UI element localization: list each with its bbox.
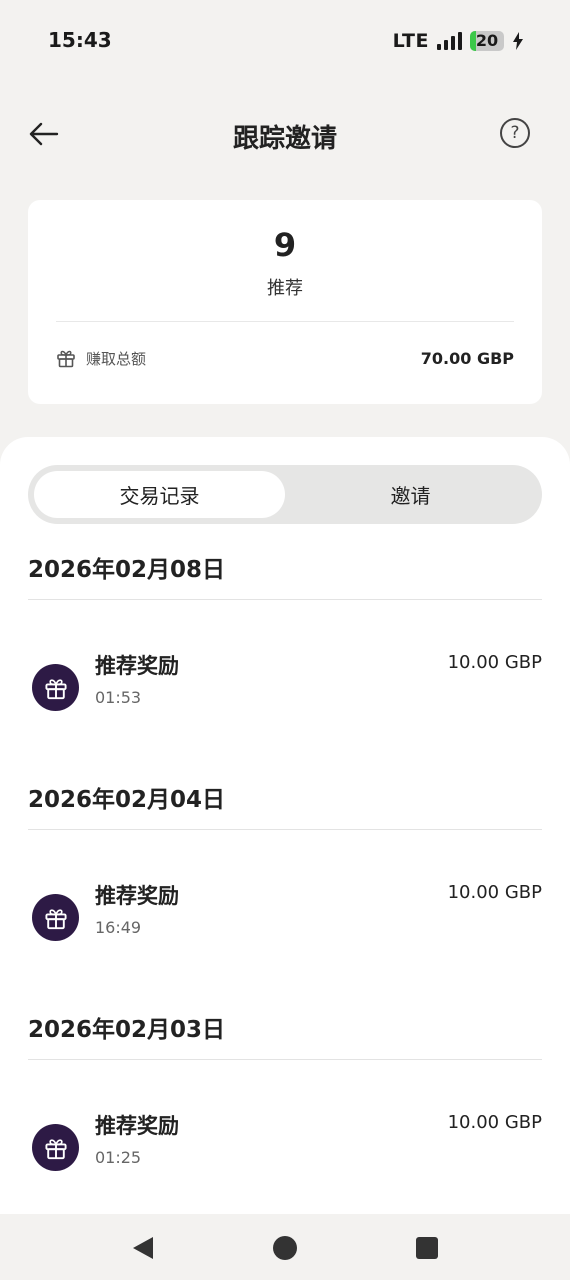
transaction-title: 推荐奖励 — [95, 884, 179, 908]
nav-recents-button[interactable] — [413, 1234, 441, 1262]
gift-icon — [57, 350, 75, 368]
battery-icon: 20 — [470, 31, 504, 51]
charging-icon — [513, 32, 523, 50]
network-type: LTE — [392, 30, 429, 52]
transaction-row[interactable]: 推荐奖励 01:53 10.00 GBP — [28, 650, 542, 730]
transaction-time: 16:49 — [95, 918, 142, 937]
summary-card: 9 推荐 赚取总额 70.00 GBP — [28, 200, 542, 404]
card-divider — [56, 321, 514, 322]
referral-count: 9 — [273, 226, 297, 264]
date-header: 2026年02月03日 — [28, 1017, 226, 1043]
battery-level: 20 — [475, 31, 499, 50]
status-time: 15:43 — [48, 28, 112, 52]
transactions-sheet: 交易记录 邀请 2026年02月08日 推荐奖励 01:53 10.00 GBP… — [0, 437, 570, 1214]
nav-home-icon — [273, 1236, 297, 1260]
earned-label: 赚取总额 — [86, 349, 147, 368]
date-divider — [28, 599, 542, 600]
transaction-time: 01:25 — [95, 1148, 142, 1167]
nav-back-icon — [133, 1237, 153, 1259]
gift-icon — [32, 894, 79, 941]
nav-home-button[interactable] — [271, 1234, 299, 1262]
nav-recents-icon — [416, 1237, 438, 1259]
date-header: 2026年02月04日 — [28, 787, 226, 813]
gift-icon — [32, 664, 79, 711]
gift-icon — [32, 1124, 79, 1171]
transaction-amount: 10.00 GBP — [447, 882, 542, 903]
earned-left: 赚取总额 — [56, 348, 146, 369]
help-button[interactable]: ? — [500, 118, 530, 148]
header: 跟踪邀请 ? — [0, 100, 570, 170]
earned-row: 赚取总额 70.00 GBP — [56, 344, 514, 372]
transaction-row[interactable]: 推荐奖励 16:49 10.00 GBP — [28, 880, 542, 960]
page-title: 跟踪邀请 — [232, 124, 337, 154]
date-divider — [28, 1059, 542, 1060]
date-header: 2026年02月08日 — [28, 557, 226, 583]
earned-value: 70.00 GBP — [420, 348, 514, 368]
question-circle-icon: ? — [510, 123, 520, 143]
tab-transactions[interactable]: 交易记录 — [34, 471, 285, 518]
transaction-time: 01:53 — [95, 688, 142, 707]
transaction-title: 推荐奖励 — [95, 1114, 179, 1138]
status-bar: 15:43 LTE 20 — [0, 0, 570, 80]
system-nav-bar — [0, 1214, 570, 1280]
transaction-amount: 10.00 GBP — [447, 652, 542, 673]
status-indicators: LTE 20 — [393, 29, 524, 53]
date-divider — [28, 829, 542, 830]
tab-invitations[interactable]: 邀请 — [285, 471, 536, 518]
tab-switcher: 交易记录 邀请 — [28, 465, 542, 524]
transaction-amount: 10.00 GBP — [447, 1112, 542, 1133]
screen: 15:43 LTE 20 跟踪邀请 ? 9 推荐 赚取总额 70.00 GBP … — [0, 0, 570, 1280]
referral-label: 推荐 — [267, 278, 303, 299]
transaction-title: 推荐奖励 — [95, 654, 179, 678]
nav-back-button[interactable] — [129, 1234, 157, 1262]
transaction-row[interactable]: 推荐奖励 01:25 10.00 GBP — [28, 1110, 542, 1190]
signal-icon — [437, 32, 462, 50]
